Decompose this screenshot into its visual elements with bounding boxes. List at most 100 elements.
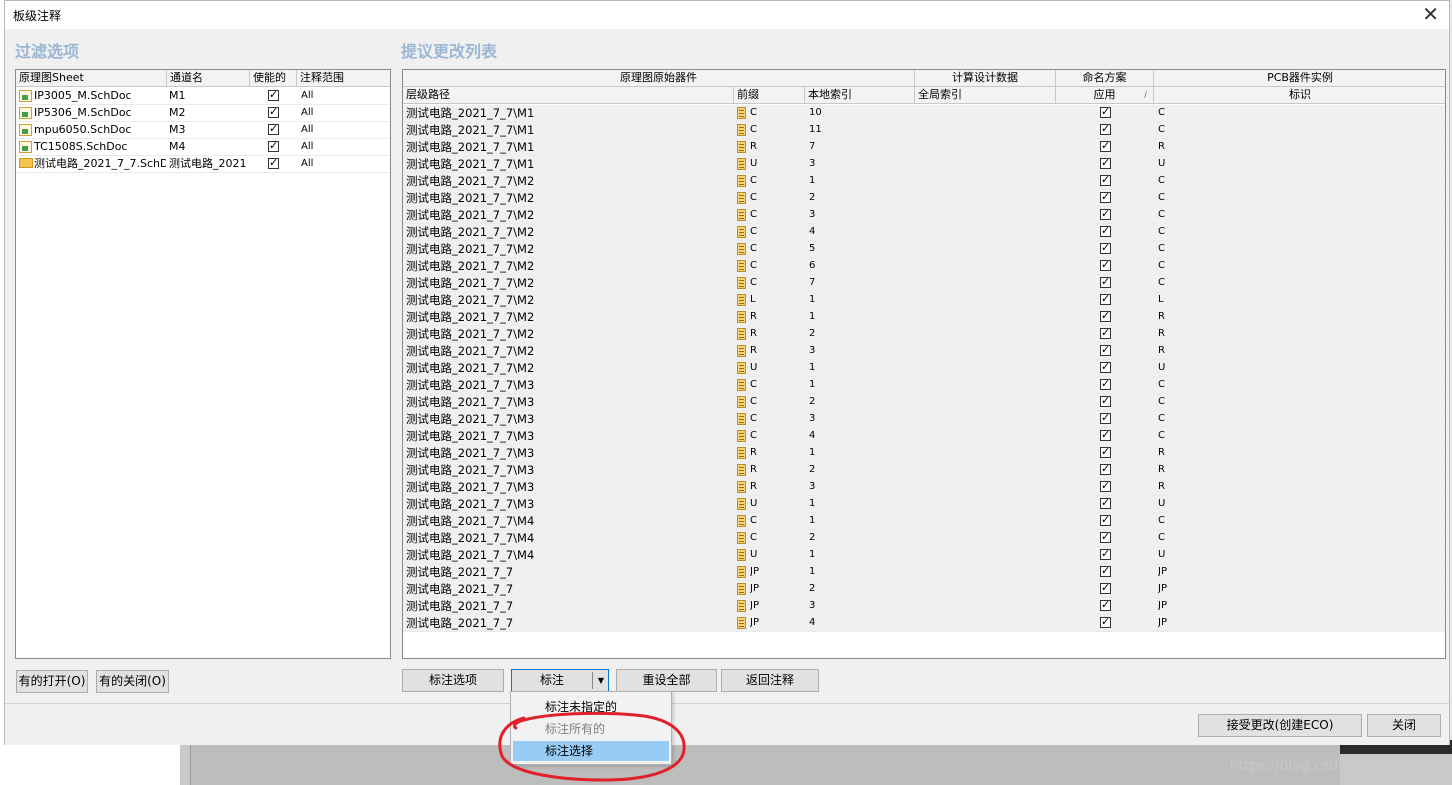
filter-row[interactable]: 测试电路_2021_7_7.SchD测试电路_2021 All [16, 156, 390, 173]
apply-checkbox[interactable] [1100, 326, 1111, 340]
change-row[interactable]: 测试电路_2021_7_7\M2 C 6 C [403, 258, 1445, 275]
apply-checkbox[interactable] [1100, 564, 1111, 578]
change-row[interactable]: 测试电路_2021_7_7\M2 C 2 C [403, 190, 1445, 207]
open-all-button[interactable]: 有的打开(O) [16, 670, 88, 693]
apply-checkbox[interactable] [1100, 377, 1111, 391]
enabled-checkbox[interactable] [268, 122, 279, 136]
change-row[interactable]: 测试电路_2021_7_7\M2 R 2 R [403, 326, 1445, 343]
dropdown-arrow-icon[interactable]: ▼ [594, 670, 608, 691]
change-row[interactable]: 测试电路_2021_7_7\M4 U 1 U [403, 547, 1445, 564]
enabled-checkbox[interactable] [268, 139, 279, 153]
change-row[interactable]: 测试电路_2021_7_7\M2 C 4 C [403, 224, 1445, 241]
apply-checkbox[interactable] [1100, 496, 1111, 510]
change-row[interactable]: 测试电路_2021_7_7\M2 R 3 R [403, 343, 1445, 360]
apply-checkbox[interactable] [1100, 581, 1111, 595]
filter-row[interactable]: mpu6050.SchDoc M3 All [16, 122, 390, 139]
col-header-channel[interactable]: 通道名 [167, 70, 250, 87]
change-row[interactable]: 测试电路_2021_7_7\M3 C 4 C [403, 428, 1445, 445]
apply-checkbox[interactable] [1100, 411, 1111, 425]
change-row[interactable]: 测试电路_2021_7_7\M2 U 1 U [403, 360, 1445, 377]
filter-grid[interactable]: 原理图Sheet 通道名 使能的 注释范围 IP3005_M.SchDoc M1 A… [15, 69, 391, 659]
apply-checkbox[interactable] [1100, 105, 1111, 119]
apply-checkbox[interactable] [1100, 190, 1111, 204]
change-row[interactable]: 测试电路_2021_7_7\M2 C 3 C [403, 207, 1445, 224]
apply-checkbox[interactable] [1100, 309, 1111, 323]
change-row[interactable]: 测试电路_2021_7_7\M3 U 1 U [403, 496, 1445, 513]
annotate-options-button[interactable]: 标注选项 [402, 669, 504, 692]
hierarchy-path: 测试电路_2021_7_7\M3 [406, 497, 535, 511]
back-annotate-button[interactable]: 返回注释 [721, 669, 819, 692]
annotate-button-label[interactable]: 标注 [512, 670, 592, 691]
col-header-enabled[interactable]: 使能的 [250, 70, 297, 87]
filter-row[interactable]: TC1508S.SchDoc M4 All [16, 139, 390, 156]
changes-grid[interactable]: 原理图原始器件 计算设计数据 命名方案 PCB器件实例 层级路径 前缀 本地索引… [402, 69, 1446, 659]
enabled-checkbox[interactable] [268, 105, 279, 119]
change-row[interactable]: 测试电路_2021_7_7 JP 4 JP [403, 615, 1445, 632]
apply-checkbox[interactable] [1100, 207, 1111, 221]
apply-checkbox[interactable] [1100, 360, 1111, 374]
change-row[interactable]: 测试电路_2021_7_7\M2 C 1 C [403, 173, 1445, 190]
apply-checkbox[interactable] [1100, 122, 1111, 136]
change-row[interactable]: 测试电路_2021_7_7\M2 C 7 C [403, 275, 1445, 292]
apply-checkbox[interactable] [1100, 292, 1111, 306]
change-row[interactable]: 测试电路_2021_7_7\M4 C 2 C [403, 530, 1445, 547]
col-header-global-index[interactable]: 全局索引 [915, 87, 1056, 104]
apply-checkbox[interactable] [1100, 547, 1111, 561]
change-row[interactable]: 测试电路_2021_7_7\M1 C 11 C [403, 122, 1445, 139]
col-header-prefix[interactable]: 前缀 [734, 87, 805, 104]
change-row[interactable]: 测试电路_2021_7_7 JP 3 JP [403, 598, 1445, 615]
menu-item-annotate-selected[interactable]: 标注选择 [513, 741, 669, 761]
enabled-checkbox[interactable] [268, 156, 279, 170]
apply-checkbox[interactable] [1100, 258, 1111, 272]
apply-checkbox[interactable] [1100, 513, 1111, 527]
apply-checkbox[interactable] [1100, 615, 1111, 629]
change-row[interactable]: 测试电路_2021_7_7\M3 R 1 R [403, 445, 1445, 462]
change-row[interactable]: 测试电路_2021_7_7\M2 C 5 C [403, 241, 1445, 258]
change-row[interactable]: 测试电路_2021_7_7\M2 L 1 L [403, 292, 1445, 309]
change-row[interactable]: 测试电路_2021_7_7\M3 R 3 R [403, 479, 1445, 496]
apply-checkbox[interactable] [1100, 598, 1111, 612]
col-header-sheet[interactable]: 原理图Sheet [16, 70, 167, 87]
change-row[interactable]: 测试电路_2021_7_7\M1 U 3 U [403, 156, 1445, 173]
change-row[interactable]: 测试电路_2021_7_7\M3 C 1 C [403, 377, 1445, 394]
menu-item-annotate-unassigned[interactable]: 标注未指定的 [513, 697, 669, 717]
close-icon[interactable]: ✕ [1422, 3, 1439, 25]
apply-checkbox[interactable] [1100, 445, 1111, 459]
apply-checkbox[interactable] [1100, 139, 1111, 153]
close-all-button[interactable]: 有的关闭(O) [96, 670, 169, 693]
filter-row[interactable]: IP3005_M.SchDoc M1 All [16, 88, 390, 105]
col-header-local-index[interactable]: 本地索引 [805, 87, 915, 104]
change-row[interactable]: 测试电路_2021_7_7\M3 R 2 R [403, 462, 1445, 479]
reset-all-button[interactable]: 重设全部 [616, 669, 717, 692]
col-header-designator[interactable]: 标识 [1154, 87, 1445, 104]
change-row[interactable]: 测试电路_2021_7_7\M1 C 10 C [403, 105, 1445, 122]
change-row[interactable]: 测试电路_2021_7_7 JP 1 JP [403, 564, 1445, 581]
apply-checkbox[interactable] [1100, 275, 1111, 289]
enabled-checkbox[interactable] [268, 88, 279, 102]
apply-checkbox[interactable] [1100, 428, 1111, 442]
accept-changes-button[interactable]: 接受更改(创建ECO) [1198, 714, 1362, 737]
close-button[interactable]: 关闭 [1367, 714, 1441, 737]
col-header-scope[interactable]: 注释范围 [297, 70, 390, 87]
change-row[interactable]: 测试电路_2021_7_7\M4 C 1 C [403, 513, 1445, 530]
apply-checkbox[interactable] [1100, 462, 1111, 476]
change-row[interactable]: 测试电路_2021_7_7\M3 C 2 C [403, 394, 1445, 411]
apply-checkbox[interactable] [1100, 530, 1111, 544]
apply-checkbox[interactable] [1100, 173, 1111, 187]
change-row[interactable]: 测试电路_2021_7_7\M1 R 7 R [403, 139, 1445, 156]
annotate-split-button[interactable]: 标注 ▼ [511, 669, 609, 692]
col-header-apply[interactable]: 应用 ∕ [1056, 87, 1154, 104]
change-row[interactable]: 测试电路_2021_7_7\M3 C 3 C [403, 411, 1445, 428]
apply-checkbox[interactable] [1100, 343, 1111, 357]
filter-row[interactable]: IP5306_M.SchDoc M2 All [16, 105, 390, 122]
apply-checkbox[interactable] [1100, 241, 1111, 255]
apply-checkbox[interactable] [1100, 224, 1111, 238]
prefix: C [750, 430, 757, 441]
apply-checkbox[interactable] [1100, 394, 1111, 408]
change-row[interactable]: 测试电路_2021_7_7 JP 2 JP [403, 581, 1445, 598]
change-row[interactable]: 测试电路_2021_7_7\M2 R 1 R [403, 309, 1445, 326]
apply-checkbox[interactable] [1100, 156, 1111, 170]
col-header-path[interactable]: 层级路径 [403, 87, 734, 104]
apply-checkbox[interactable] [1100, 479, 1111, 493]
prefix: C [750, 260, 757, 271]
